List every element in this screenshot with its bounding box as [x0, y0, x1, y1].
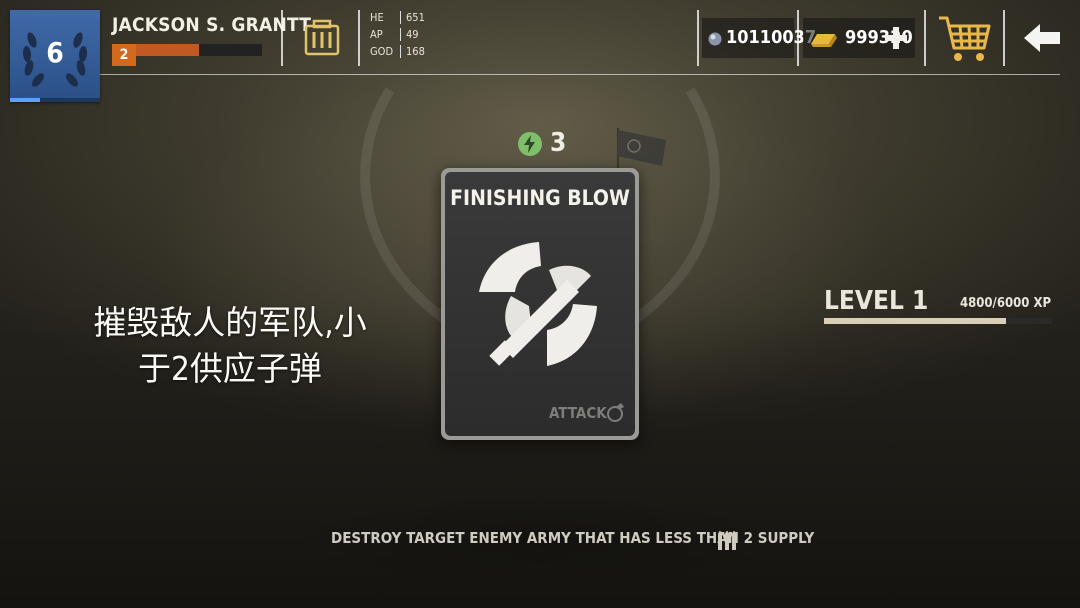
xp-progress-fill — [824, 318, 1007, 324]
plus-icon[interactable] — [883, 25, 909, 51]
battle-axe-icon — [479, 242, 597, 366]
level-progress-bar — [10, 98, 100, 102]
card-xp-label: 4800/6000 XP — [960, 296, 1052, 311]
shopping-cart-icon[interactable] — [936, 12, 992, 66]
top-bar: 6 JACKSON S. GRANTT 2 HE 651 AP 49 GOD 168 — [0, 0, 1080, 102]
description-cn-line-2: 于2供应子弹 — [138, 349, 322, 388]
gold-bar-icon — [811, 34, 837, 47]
divider — [797, 10, 799, 66]
rank-number: 2 — [112, 44, 136, 66]
stat-he: HE 651 — [370, 11, 425, 28]
top-bar-divider — [100, 74, 1060, 75]
card-title: FINISHING BLOW — [450, 186, 630, 210]
card-level-label: LEVEL 1 — [824, 286, 929, 316]
rank-progress-bar — [136, 44, 262, 56]
description-end: . — [744, 529, 750, 547]
description-cn-line-1: 摧毁敌人的军队,小 — [93, 303, 367, 342]
silver-currency[interactable]: 10110037 — [702, 18, 816, 58]
skill-card[interactable]: FINISHING BLOW ATTACK — [441, 168, 639, 440]
stat-value: 651 — [400, 11, 425, 24]
stat-value: 168 — [400, 45, 425, 58]
divider — [358, 10, 360, 66]
divider — [1003, 10, 1005, 66]
level-progress-fill — [10, 98, 40, 102]
stat-label: GOD — [370, 45, 394, 58]
player-level-number: 6 — [46, 36, 64, 69]
lightning-icon — [518, 132, 542, 156]
back-arrow-icon[interactable] — [1022, 22, 1062, 54]
card-face: FINISHING BLOW ATTACK — [445, 172, 635, 436]
stat-ap: AP 49 — [370, 28, 425, 45]
stat-god: GOD 168 — [370, 45, 425, 62]
energy-value: 3 — [550, 128, 567, 158]
divider — [697, 10, 699, 66]
xp-progress-bar — [824, 318, 1052, 324]
stat-label: HE — [370, 11, 384, 24]
stat-value: 49 — [400, 28, 419, 41]
divider — [924, 10, 926, 66]
stat-label: AP — [370, 28, 383, 41]
ammo-crate-icon[interactable] — [302, 18, 342, 58]
gold-currency[interactable]: 999320 — [803, 18, 915, 58]
card-type: ATTACK — [549, 404, 607, 422]
silver-coin-icon — [708, 32, 722, 46]
ammo-stats: HE 651 AP 49 GOD 168 — [370, 11, 425, 62]
bullets-icon — [718, 531, 736, 550]
card-description-en: DESTROY TARGET ENEMY ARMY THAT HAS LESS … — [331, 529, 815, 547]
divider — [281, 10, 283, 66]
player-level-badge[interactable]: 6 — [10, 10, 100, 102]
grenade-icon — [607, 403, 624, 422]
card-description-cn: 摧毁敌人的军队,小 于2供应子弹 — [40, 300, 420, 392]
rank-progress-fill — [136, 44, 199, 56]
